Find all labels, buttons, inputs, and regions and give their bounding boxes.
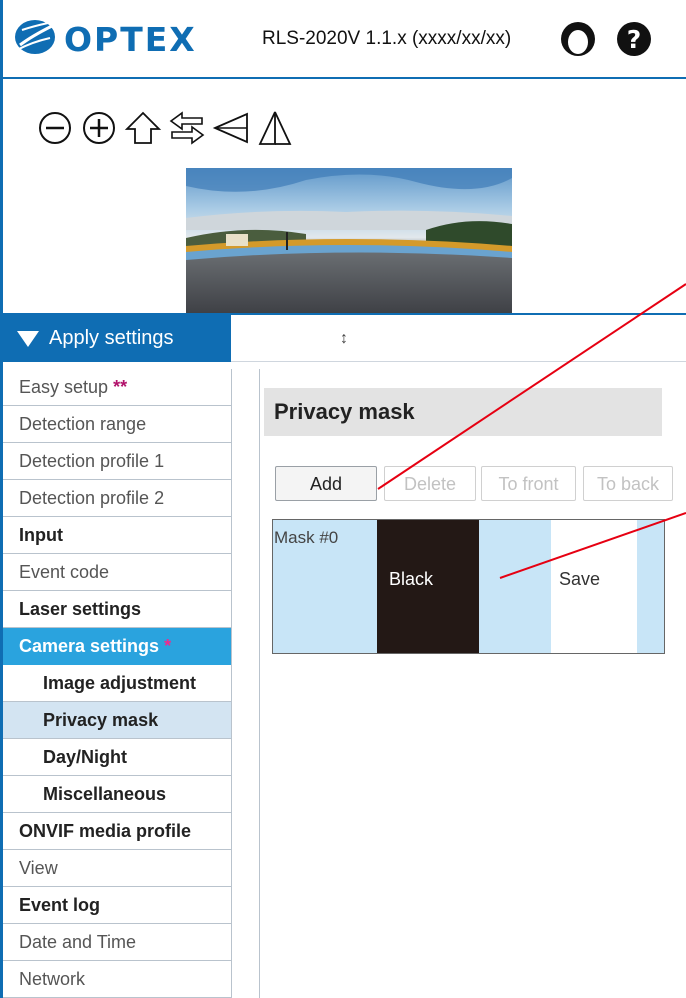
- sidebar-item-detection-range[interactable]: Detection range: [3, 406, 232, 443]
- apply-settings-label: Apply settings: [49, 327, 174, 349]
- sidebar: Easy setup ** Detection range Detection …: [3, 369, 232, 998]
- mask-save-button[interactable]: Save: [559, 569, 600, 590]
- product-title: RLS-2020V 1.1.x (xxxx/xx/xx): [262, 28, 512, 49]
- sidebar-item-easy-setup[interactable]: Easy setup **: [3, 369, 232, 406]
- camera-preview-image: [186, 168, 512, 313]
- apply-settings-button[interactable]: Apply settings: [3, 315, 231, 362]
- mask-label[interactable]: Mask #0: [274, 528, 338, 548]
- help-icon[interactable]: ?: [616, 21, 652, 57]
- to-back-button[interactable]: To back: [583, 466, 673, 501]
- sidebar-item-event-log[interactable]: Event log: [3, 887, 232, 924]
- sidebar-item-camera-settings[interactable]: Camera settings *: [3, 628, 232, 665]
- left-triangle-icon[interactable]: [210, 108, 252, 148]
- sidebar-item-event-code[interactable]: Event code: [3, 554, 232, 591]
- home-arrow-icon[interactable]: [122, 108, 164, 148]
- divider: [231, 361, 686, 362]
- sidebar-item-image-adjustment[interactable]: Image adjustment: [3, 665, 232, 702]
- triangle-down-icon: [17, 330, 39, 347]
- sidebar-item-laser-settings[interactable]: Laser settings: [3, 591, 232, 628]
- modified-star: *: [164, 636, 172, 656]
- swap-arrows-icon[interactable]: [166, 108, 208, 148]
- user-icon[interactable]: [560, 21, 596, 57]
- page-title: Privacy mask: [264, 388, 662, 436]
- resize-handle[interactable]: ↕: [340, 330, 348, 348]
- sidebar-item-onvif-media-profile[interactable]: ONVIF media profile: [3, 813, 232, 850]
- modified-star: **: [113, 377, 128, 397]
- mask-color-label: Black: [389, 569, 434, 589]
- sidebar-item-privacy-mask[interactable]: Privacy mask: [3, 702, 232, 739]
- to-front-button[interactable]: To front: [481, 466, 576, 501]
- flip-triangle-icon[interactable]: [254, 108, 296, 148]
- sidebar-item-detection-profile-1[interactable]: Detection profile 1: [3, 443, 232, 480]
- optex-logo: OPTEX: [15, 20, 197, 58]
- sidebar-item-input[interactable]: Input: [3, 517, 232, 554]
- svg-text:?: ?: [627, 25, 642, 54]
- zoom-in-icon[interactable]: [78, 108, 120, 148]
- content-divider: [259, 369, 260, 998]
- sidebar-divider: [231, 369, 232, 998]
- sidebar-item-view[interactable]: View: [3, 850, 232, 887]
- delete-button[interactable]: Delete: [384, 466, 476, 501]
- mask-color-select[interactable]: Black: [377, 520, 479, 653]
- logo-text: OPTEX: [64, 20, 197, 58]
- mask-list: Mask #0 Black Save: [272, 519, 665, 654]
- sidebar-item-miscellaneous[interactable]: Miscellaneous: [3, 776, 232, 813]
- add-button[interactable]: Add: [275, 466, 377, 501]
- sidebar-item-network[interactable]: Network: [3, 961, 232, 998]
- sidebar-item-date-and-time[interactable]: Date and Time: [3, 924, 232, 961]
- header: OPTEX RLS-2020V 1.1.x (xxxx/xx/xx) ?: [0, 0, 686, 79]
- sidebar-item-detection-profile-2[interactable]: Detection profile 2: [3, 480, 232, 517]
- preview-toolbar: [34, 108, 296, 148]
- zoom-out-icon[interactable]: [34, 108, 76, 148]
- sidebar-item-day-night[interactable]: Day/Night: [3, 739, 232, 776]
